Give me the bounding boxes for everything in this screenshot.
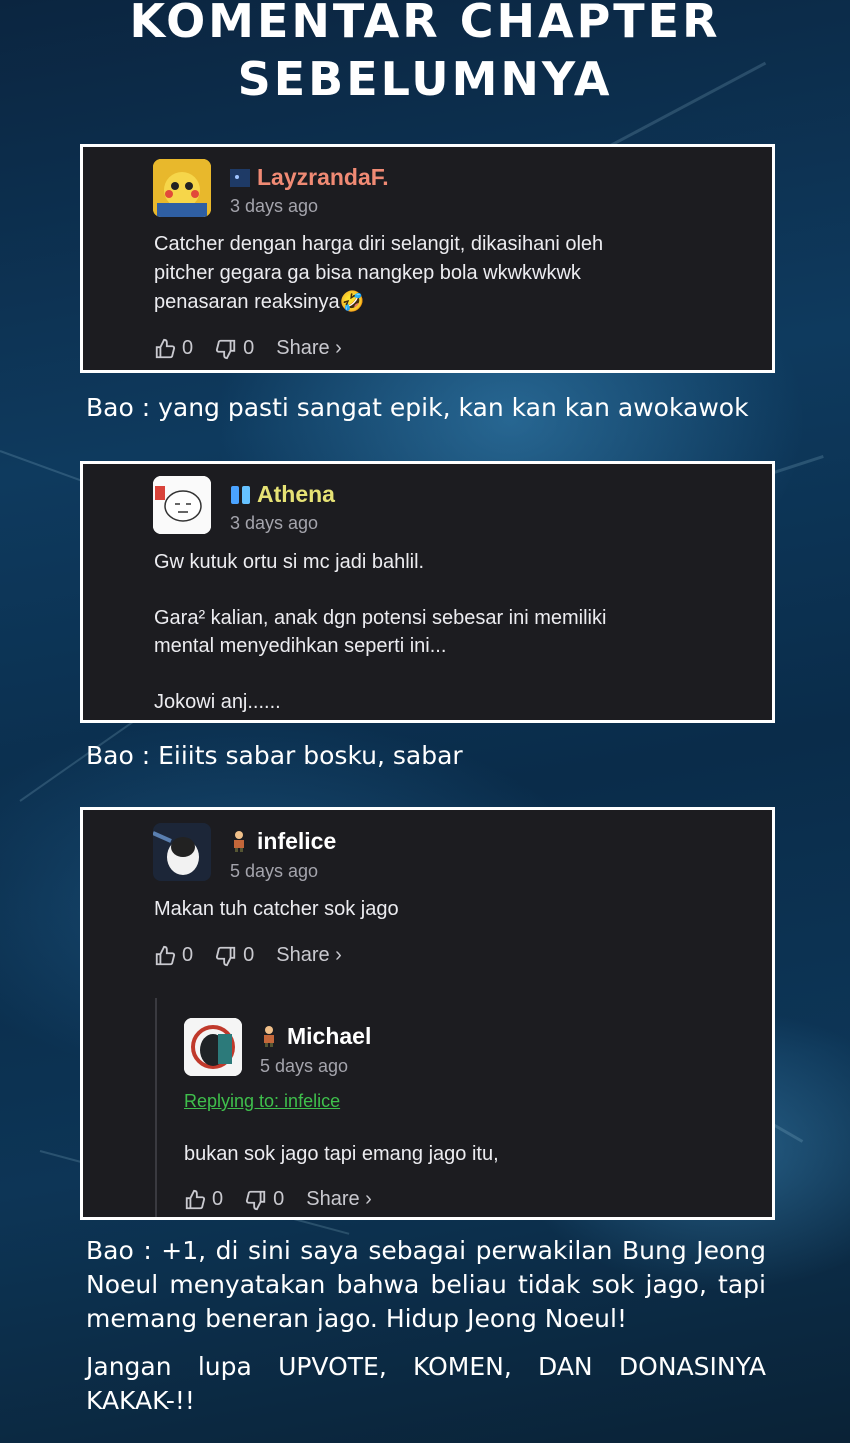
timestamp: 3 days ago	[230, 513, 319, 533]
username[interactable]: LayzrandaF.	[257, 164, 389, 190]
like-button[interactable]: 0	[184, 1188, 223, 1211]
badge-icon	[230, 169, 250, 192]
person-badge-icon	[230, 830, 248, 857]
thumbs-down-icon	[216, 946, 236, 966]
reply-text: bukan sok jago tapi emang jago itu,	[184, 1143, 499, 1165]
dislike-count: 0	[273, 1188, 285, 1210]
caption-2: Bao : Eiiits sabar bosku, sabar	[86, 741, 463, 770]
thumbs-down-icon	[246, 1190, 266, 1210]
page-title: KOMENTAR CHAPTER SEBELUMNYA	[0, 0, 850, 108]
dislike-count: 0	[243, 337, 255, 359]
user-avatar[interactable]	[153, 159, 211, 217]
share-button[interactable]: Share ›	[276, 337, 342, 360]
comment-card-infelice: infelice 5 days ago Makan tuh catcher so…	[80, 807, 775, 1220]
replying-to-link[interactable]: Replying to: infelice	[184, 1091, 340, 1112]
thumbs-up-icon	[155, 338, 176, 358]
username[interactable]: infelice	[257, 828, 336, 854]
like-button[interactable]: 0	[154, 944, 193, 967]
timestamp: 5 days ago	[230, 861, 319, 881]
caption-3: Bao : +1, di sini saya sebagai perwakila…	[86, 1236, 766, 1333]
comment-text: Catcher dengan harga diri selangit, dika…	[154, 233, 604, 313]
caption-4: Jangan lupa UPVOTE, KOMEN, DAN DONASINYA…	[86, 1352, 766, 1415]
caption-1: Bao : yang pasti sangat epik, kan kan ka…	[86, 393, 749, 422]
thumbs-down-icon	[216, 339, 236, 359]
comment-card-layzrandaf: LayzrandaF. 3 days ago Catcher dengan ha…	[80, 144, 775, 373]
user-avatar[interactable]	[153, 476, 211, 534]
dislike-button[interactable]: 0	[215, 944, 254, 967]
comment-actions: 0 0 Share ›	[154, 337, 342, 360]
sparkle-badge-icon	[230, 484, 252, 511]
dislike-button[interactable]: 0	[215, 337, 254, 360]
person-badge-icon	[260, 1025, 278, 1052]
timestamp: 3 days ago	[230, 196, 319, 216]
reply-timestamp: 5 days ago	[260, 1056, 349, 1076]
reply-avatar[interactable]	[184, 1018, 242, 1076]
reply-actions: 0 0 Share ›	[184, 1188, 372, 1211]
like-count: 0	[182, 337, 194, 359]
share-button[interactable]: Share ›	[306, 1188, 372, 1211]
thumbs-up-icon	[185, 1189, 206, 1209]
reply-thread-line	[155, 998, 157, 1217]
page-title-line-2: SEBELUMNYA	[237, 52, 613, 106]
like-count: 0	[182, 944, 194, 966]
thumbs-up-icon	[155, 945, 176, 965]
dislike-button[interactable]: 0	[245, 1188, 284, 1211]
comment-text: Makan tuh catcher sok jago	[154, 898, 399, 920]
like-count: 0	[212, 1188, 224, 1210]
user-avatar[interactable]	[153, 823, 211, 881]
comment-actions: 0 0 Share ›	[154, 944, 342, 967]
dislike-count: 0	[243, 944, 255, 966]
reply-username[interactable]: Michael	[287, 1023, 371, 1049]
comment-card-athena: Athena 3 days ago Gw kutuk ortu si mc ja…	[80, 461, 775, 723]
comment-text: Gw kutuk ortu si mc jadi bahlil. Gara² k…	[154, 551, 607, 713]
like-button[interactable]: 0	[154, 337, 193, 360]
share-button[interactable]: Share ›	[276, 944, 342, 967]
username[interactable]: Athena	[257, 481, 335, 507]
page-title-line-1: KOMENTAR CHAPTER	[129, 0, 721, 48]
